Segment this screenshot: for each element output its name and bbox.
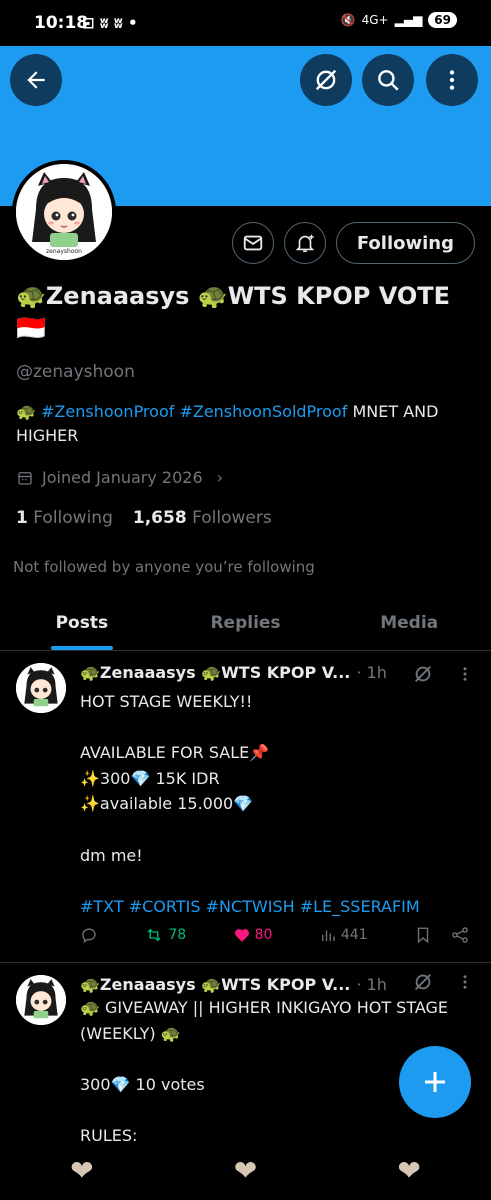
- tweet-header: 🐢Zenaaasys 🐢WTS KPOP V... · 1h: [80, 663, 387, 682]
- notification-icons: ⊡ ʬ ʬ •: [82, 14, 138, 32]
- following-count-link[interactable]: 1 Following: [16, 508, 113, 528]
- arrow-left-icon: [27, 71, 45, 89]
- avatar-illustration: [16, 975, 66, 1025]
- views-count: 441: [340, 927, 368, 943]
- reply-button[interactable]: [80, 926, 98, 944]
- following-count-label: Following: [33, 508, 113, 528]
- profile-tabs: Posts Replies Media: [0, 596, 491, 651]
- plus-icon: [425, 1072, 445, 1092]
- tweet-time[interactable]: · 1h: [356, 663, 387, 682]
- bio-prefix: 🐢: [16, 402, 42, 421]
- followers-count-label: Followers: [192, 508, 272, 528]
- status-bar: 10:18 ⊡ ʬ ʬ • 🔇 4G+ ▂▄▆ 69: [0, 0, 491, 46]
- signal-icon: ▂▄▆: [394, 13, 423, 27]
- reply-icon: [82, 928, 96, 944]
- retweet-button[interactable]: 78: [144, 926, 186, 944]
- network-label: 4G+: [361, 13, 389, 27]
- tweet-header: 🐢Zenaaasys 🐢WTS KPOP V... · 1h: [80, 975, 387, 994]
- share-icon[interactable]: [450, 925, 470, 945]
- system-nav-bar: ❤ ❤ ❤: [0, 1140, 491, 1200]
- joined-label: Joined January 2026: [42, 468, 203, 487]
- tab-replies[interactable]: Replies: [164, 596, 328, 650]
- bell-plus-icon: [295, 234, 315, 253]
- calendar-icon: [18, 471, 32, 485]
- profile-name: 🐢Zenaaasys 🐢WTS KPOP VOTE 🇮🇩: [16, 282, 451, 343]
- more-button[interactable]: [426, 54, 478, 106]
- like-button[interactable]: 80: [233, 926, 273, 944]
- back-button[interactable]: [10, 54, 62, 106]
- tweet-text: HOT STAGE WEEKLY!! AVAILABLE FOR SALE📌 ✨…: [80, 692, 270, 865]
- tab-posts[interactable]: Posts: [0, 596, 164, 650]
- profile-handle: @zenayshoon: [16, 362, 135, 382]
- bookmark-icon: [417, 927, 429, 944]
- joined-date[interactable]: Joined January 2026 ›: [16, 468, 223, 487]
- profile-avatar[interactable]: zenayshoon: [12, 160, 116, 264]
- mail-icon: [243, 235, 263, 251]
- tweet-avatar[interactable]: [16, 975, 66, 1025]
- more-vertical-icon[interactable]: [456, 665, 474, 683]
- grok-button[interactable]: [300, 54, 352, 106]
- tweet-body: HOT STAGE WEEKLY!! AVAILABLE FOR SALE📌 ✨…: [80, 689, 470, 919]
- followers-count: 1,658: [132, 508, 187, 528]
- retweet-icon: [147, 928, 161, 942]
- slash-circle-icon[interactable]: [412, 971, 434, 993]
- heart-icon: [234, 929, 249, 942]
- tweet-display-name[interactable]: 🐢Zenaaasys 🐢WTS KPOP V...: [80, 663, 350, 682]
- follow-counts: 1 Following 1,658 Followers: [16, 508, 272, 528]
- search-icon: [378, 70, 399, 91]
- more-vertical-icon: [449, 70, 455, 90]
- views-icon: [321, 930, 335, 941]
- tweet[interactable]: 🐢Zenaaasys 🐢WTS KPOP V... · 1h HOT STAGE…: [0, 651, 491, 963]
- more-vertical-icon[interactable]: [456, 973, 474, 991]
- like-count: 80: [254, 927, 273, 943]
- chevron-right-icon: ›: [216, 468, 224, 487]
- svg-text:zenayshoon: zenayshoon: [46, 248, 82, 255]
- tab-media[interactable]: Media: [327, 596, 491, 650]
- system-icons: 🔇 4G+ ▂▄▆ 69: [341, 12, 457, 28]
- tweet-metrics: 78 80 441: [80, 925, 470, 945]
- profile-bio: 🐢 #ZenshoonProof #ZenshoonSoldProof MNET…: [16, 400, 466, 448]
- followers-count-link[interactable]: 1,658 Followers: [133, 508, 272, 528]
- message-button[interactable]: [231, 222, 274, 264]
- bio-hashtags[interactable]: #ZenshoonProof #ZenshoonSoldProof: [41, 402, 347, 421]
- nav-heart-icon[interactable]: ❤: [70, 1154, 93, 1187]
- tweet-display-name[interactable]: 🐢Zenaaasys 🐢WTS KPOP V...: [80, 975, 350, 994]
- tweet-avatar[interactable]: [16, 663, 66, 713]
- search-button[interactable]: [362, 54, 414, 106]
- tweet-hashtags[interactable]: #TXT #CORTIS #NCTWISH #LE_SSERAFIM: [80, 897, 420, 916]
- slash-circle-icon: [315, 69, 337, 91]
- not-followed-note: Not followed by anyone you’re following: [13, 558, 315, 576]
- avatar-illustration: zenayshoon: [16, 164, 112, 260]
- nav-heart-icon[interactable]: ❤: [234, 1154, 257, 1187]
- bookmark-button[interactable]: [414, 925, 470, 945]
- compose-button[interactable]: [399, 1046, 471, 1118]
- retweet-count: 78: [168, 927, 187, 943]
- slash-circle-icon[interactable]: [412, 663, 434, 685]
- status-time: 10:18: [34, 13, 89, 33]
- mute-icon: 🔇: [340, 13, 356, 27]
- profile-actions: Following: [231, 222, 475, 264]
- tweet-time[interactable]: · 1h: [356, 975, 387, 994]
- avatar-illustration: [16, 663, 66, 713]
- following-count: 1: [16, 508, 28, 528]
- views-button[interactable]: 441: [319, 926, 368, 944]
- notifications-button[interactable]: [283, 222, 326, 264]
- following-button[interactable]: Following: [335, 222, 475, 264]
- nav-heart-icon[interactable]: ❤: [397, 1154, 420, 1187]
- battery-indicator: 69: [428, 12, 457, 28]
